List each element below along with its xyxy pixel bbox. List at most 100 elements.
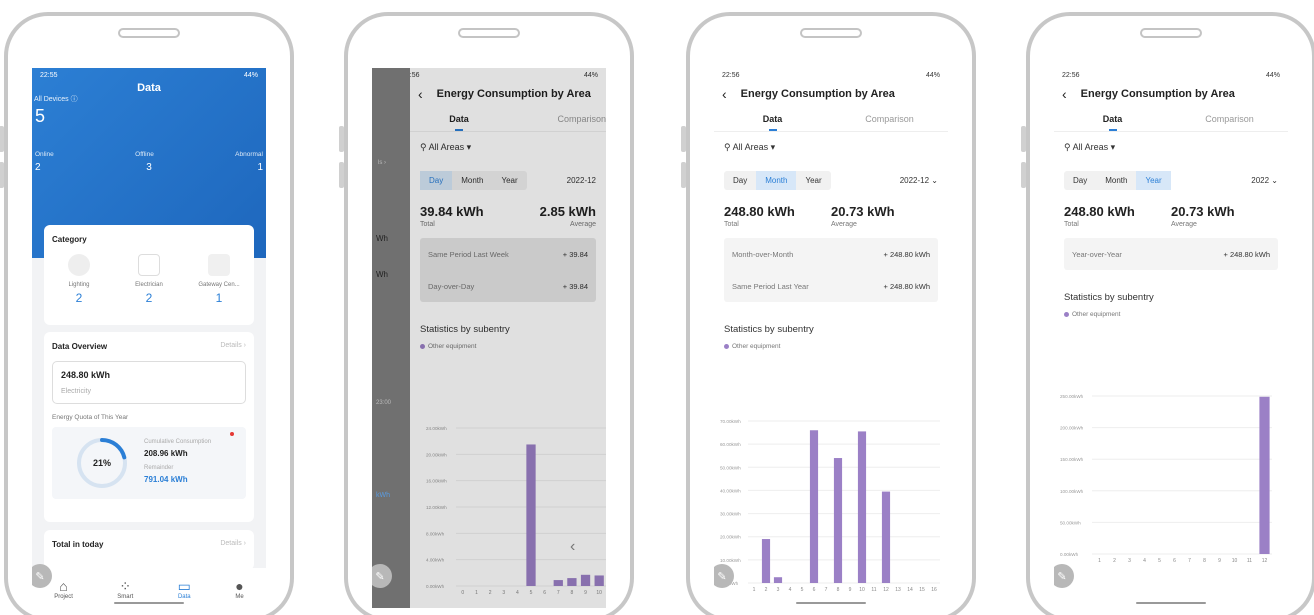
x-tick-label: 8 [1203,558,1206,564]
location-icon: ⚲ [1064,142,1071,152]
x-tick-label: 8 [571,590,574,596]
today-card: Total in today Details › [44,530,254,570]
x-tick-label: 1 [753,587,756,593]
category-gateway[interactable]: Gateway Cen... 1 [189,254,249,305]
today-title: Total in today [52,540,104,549]
y-tick-label: 50.00kWh [720,465,741,470]
side-drawer[interactable]: ls › Wh Wh 23:00 kWh [372,68,410,608]
y-tick-label: 100.00kWh [1060,489,1084,494]
x-tick-label: 10 [1232,558,1238,564]
edit-icon[interactable]: ✎ [1054,564,1074,588]
category-electrician[interactable]: Electrician 2 [119,254,179,305]
y-tick-label: 8.00kWh [426,531,445,536]
app-bar: ‹ Energy Consumption by Area [410,82,606,106]
status-time: 22:56 [722,71,740,79]
all-devices-label: All Devices ⓘ [34,96,78,103]
back-icon[interactable]: ‹ [418,87,423,101]
x-tick-label: 2 [765,587,768,593]
home-icon: ⌂ [59,578,68,594]
average-value: 20.73 kWh [831,204,895,219]
y-tick-label: 10.00kWh [720,558,741,563]
comparison-row: Year-over-Year + 248.80 kWh [1072,249,1270,259]
category-count: 2 [145,291,153,305]
x-tick-label: 4 [789,587,792,593]
details-link[interactable]: Details › [220,540,246,547]
y-tick-label: 16.00kWh [426,479,447,484]
electricity-label: Electricity [61,388,91,395]
x-tick-label: 1 [1098,558,1101,564]
segment-day[interactable]: Day [420,171,453,190]
tab-bar: Data Comparison [410,106,606,132]
comparison-row: Day-over-Day + 39.84 [428,281,588,291]
tab-comparison[interactable]: Comparison [1171,114,1288,124]
category-count: 1 [215,291,223,305]
y-tick-label: 60.00kWh [720,442,741,447]
segment-month[interactable]: Month [756,171,797,190]
tab-data[interactable]: Data [714,114,831,124]
period-picker[interactable]: 2022 ⌄ [1251,176,1278,185]
drawer-item: Wh [376,270,388,279]
bulb-icon [68,254,90,276]
totals: 39.84 kWh Total 2.85 kWh Average [410,190,606,228]
segment-day[interactable]: Day [1064,171,1096,190]
y-tick-label: 50.00kWh [1060,520,1081,525]
tab-comparison[interactable]: Comparison [508,114,606,124]
stats-title: Statistics by subentry [724,324,814,335]
area-selector[interactable]: ⚲ All Areas ▾ [1054,132,1288,163]
x-tick-label: 10 [596,590,602,596]
tab-data[interactable]: Data [1054,114,1171,124]
status-bar: 22:56 44% [1054,68,1288,82]
area-selector[interactable]: ⚲ All Areas ▾ [714,132,948,163]
comparison-row: Same Period Last Year + 248.80 kWh [732,281,930,291]
info-icon[interactable]: ⓘ [71,96,78,103]
chart-legend: Other equipment [714,335,948,350]
category-count: 2 [75,291,83,305]
totals: 248.80 kWh Total 20.73 kWh Average [1054,190,1288,228]
segment-year[interactable]: Year [796,171,830,190]
segment-month[interactable]: Month [1096,171,1136,190]
segment-day[interactable]: Day [724,171,756,190]
period-segments: Day Month Year [1064,171,1171,190]
x-tick-label: 10 [859,587,865,593]
drawer-item: kWh [376,492,390,499]
status-bar: 22:55 44% [32,68,266,82]
nav-me[interactable]: ● Me [235,578,243,600]
abnormal-count: 1 [257,162,263,173]
battery-level: 44% [243,71,258,79]
tab-comparison[interactable]: Comparison [831,114,948,124]
smart-icon: ⁘ [119,578,132,594]
chevron-left-icon[interactable]: ‹ [570,538,575,556]
area-label: All Areas [732,142,769,152]
nav-smart[interactable]: ⁘ Smart [117,578,133,600]
status-bar: 22:56 44% [402,68,606,82]
period-picker[interactable]: 2022-12 ⌄ [900,176,938,185]
category-lighting[interactable]: Lighting 2 [49,254,109,305]
x-tick-label: 1 [475,590,478,596]
bar [881,491,891,583]
total-value: 248.80 kWh [1064,204,1135,219]
average-label: Average [570,221,596,228]
y-tick-label: 4.00kWh [426,558,445,563]
period-picker[interactable]: 2022-12 [567,176,596,185]
page-title: Data [137,82,161,94]
area-selector[interactable]: ⚲ All Areas ▾ [410,132,606,163]
electricity-box[interactable]: 248.80 kWh Electricity [52,361,246,404]
average-label: Average [831,221,857,228]
bar [553,580,563,586]
nav-project[interactable]: ⌂ Project [54,578,73,600]
segment-month[interactable]: Month [452,171,492,190]
details-link[interactable]: Details › [220,342,246,349]
bar [857,431,867,583]
tab-data[interactable]: Data [410,114,508,124]
home-indicator [796,602,866,604]
category-label: Lighting [68,282,90,288]
nav-data[interactable]: ▭ Data [178,578,191,600]
back-icon[interactable]: ‹ [1062,87,1067,101]
x-tick-label: 6 [543,590,546,596]
segment-year[interactable]: Year [492,171,526,190]
page-title: Energy Consumption by Area [740,88,895,100]
overview-title: Data Overview [52,342,108,351]
back-icon[interactable]: ‹ [722,87,727,101]
x-tick-label: 16 [931,587,937,593]
segment-year[interactable]: Year [1136,171,1171,190]
